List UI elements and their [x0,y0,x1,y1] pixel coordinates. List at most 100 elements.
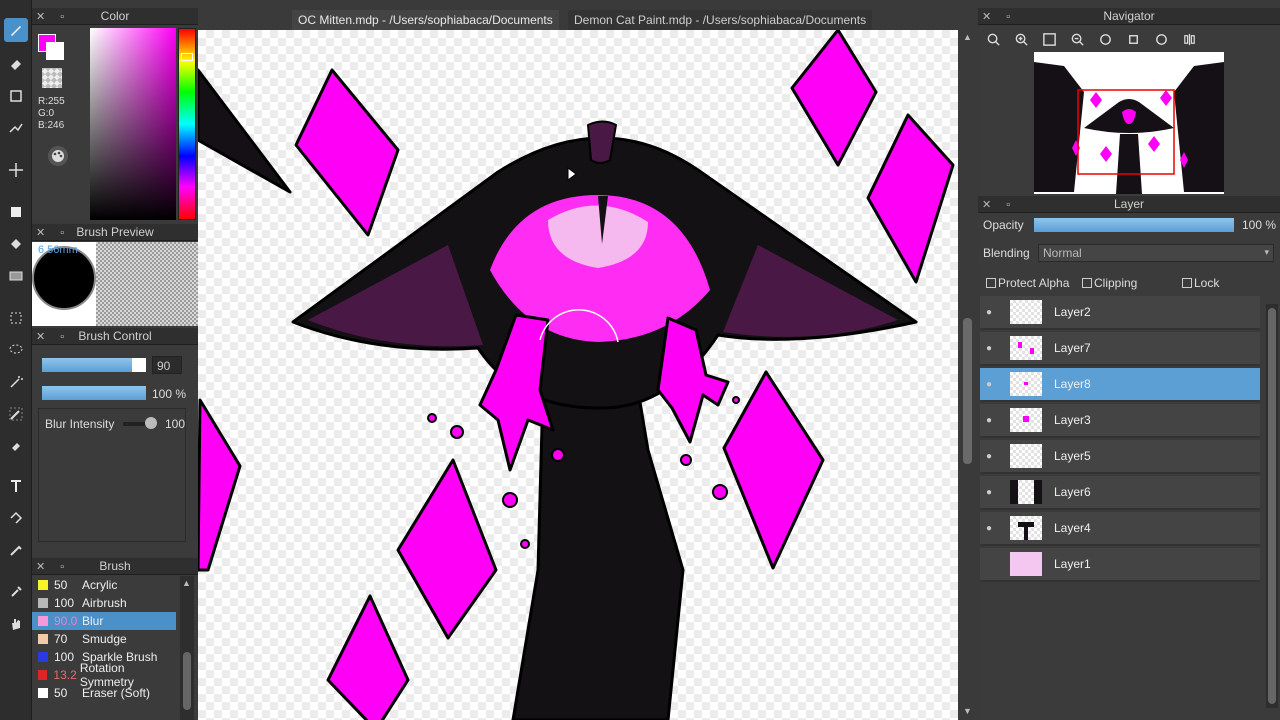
visibility-eye-icon[interactable]: ● [980,523,998,534]
layer-row-layer4[interactable]: ● Layer4 [980,512,1260,546]
brush-item-airbrush[interactable]: 100 Airbrush [32,594,176,612]
brush-item-acrylic[interactable]: 50 Acrylic [32,576,176,594]
opacity-label: Opacity [983,218,1024,232]
panel-close-icon[interactable]: ✕ ▫ [982,10,1016,23]
brush-list-scrollbar[interactable]: ▲ [180,576,194,720]
layer-scroll-thumb[interactable] [1268,308,1276,704]
clipping-checkbox[interactable]: Clipping [1082,276,1137,290]
lasso-tool-icon[interactable] [4,338,28,362]
brush-item-blur[interactable]: 90.0 Blur [32,612,176,630]
brush-item-smudge[interactable]: 70 Smudge [32,630,176,648]
brush-tool-icon[interactable] [4,18,28,42]
reset-view-icon[interactable] [1122,29,1144,49]
panel-close-icon[interactable]: ✕ ▫ [36,560,70,573]
brush-opacity-value: 100 % [152,387,187,401]
panel-close-icon[interactable]: ✕ ▫ [982,198,1016,211]
blending-mode-select[interactable]: Normal ▾ [1038,244,1274,262]
visibility-eye-icon[interactable]: ● [980,307,998,318]
navigator-thumbnail[interactable] [1034,52,1224,194]
brush-size-slider[interactable] [42,358,146,372]
hue-marker[interactable] [181,53,193,61]
hue-slider[interactable] [178,28,196,220]
panel-close-icon[interactable]: ✕ ▫ [36,226,70,239]
hand-tool-icon[interactable] [4,612,28,636]
visibility-eye-icon[interactable]: ● [980,559,998,570]
layer-thumbnail [1010,480,1042,504]
canvas-scroll-thumb[interactable] [963,318,972,464]
fit-window-icon[interactable] [1038,29,1060,49]
blue-value: B:246 [38,120,65,131]
layer-row-layer6[interactable]: ● Layer6 [980,476,1260,510]
brush-opacity-slider[interactable] [42,386,146,400]
brush-size-value[interactable]: 90 [152,356,182,374]
scroll-down-icon[interactable]: ▼ [963,706,972,716]
transparent-color-swatch[interactable] [42,68,62,88]
rectangle-tool-icon[interactable] [4,84,28,108]
rotate-left-icon[interactable] [1094,29,1116,49]
drawing-canvas[interactable] [198,30,958,720]
tab-demon-cat-paint[interactable]: Demon Cat Paint.mdp - /Users/sophiabaca/… [568,10,873,30]
layer-row-layer1[interactable]: ● Layer1 [980,548,1260,582]
document-tabs: OC Mitten.mdp - /Users/sophiabaca/Docume… [198,8,978,30]
select-pen-tool-icon[interactable] [4,402,28,426]
layer-opacity-slider[interactable] [1034,218,1234,232]
blur-intensity-knob[interactable] [145,417,157,429]
layer-row-layer5[interactable]: ● Layer5 [980,440,1260,474]
brush-scroll-thumb[interactable] [183,652,191,710]
fill-rect-tool-icon[interactable] [4,200,28,224]
brush-color-swatch [38,634,48,644]
layer-list-scrollbar[interactable] [1266,304,1278,708]
checkbox-icon [986,278,996,288]
panel-close-icon[interactable]: ✕ ▫ [36,330,70,343]
layer-row-layer3[interactable]: ● Layer3 [980,404,1260,438]
gradient-tool-icon[interactable] [4,264,28,288]
zoom-in-icon[interactable] [1010,29,1032,49]
brush-name: Eraser (Soft) [82,686,151,700]
visibility-eye-icon[interactable]: ● [980,343,998,354]
layer-row-layer7[interactable]: ● Layer7 [980,332,1260,366]
zoom-icon[interactable] [982,29,1004,49]
bucket-tool-icon[interactable] [4,232,28,256]
layer-row-layer8[interactable]: ● Layer8 [980,368,1260,402]
protect-alpha-checkbox[interactable]: Protect Alpha [986,276,1069,290]
visibility-eye-icon[interactable]: ● [980,487,998,498]
select-rect-tool-icon[interactable] [4,306,28,330]
layer-name: Layer3 [1054,413,1091,427]
protect-alpha-label: Protect Alpha [998,276,1070,290]
tab-oc-mitten[interactable]: OC Mitten.mdp - /Users/sophiabaca/Docume… [292,10,559,30]
canvas-vertical-scrollbar[interactable]: ▲ ▼ [958,30,978,720]
select-eraser-tool-icon[interactable] [4,434,28,458]
saturation-value-picker[interactable] [90,28,176,220]
brush-size: 100 [54,596,75,610]
flip-horizontal-icon[interactable] [1178,29,1200,49]
rotate-right-icon[interactable] [1150,29,1172,49]
brush-name: Blur [82,614,104,628]
artwork [198,30,955,720]
palette-icon[interactable] [48,146,68,166]
scroll-up-icon[interactable]: ▲ [182,578,191,588]
visibility-eye-icon[interactable]: ● [980,379,998,390]
magic-wand-tool-icon[interactable] [4,370,28,394]
background-color-swatch[interactable] [46,42,64,60]
eraser-tool-icon[interactable] [4,52,28,76]
brush-size: 50 [54,578,68,592]
brush-control-title: ✕ ▫ Brush Control [32,328,198,345]
eyedropper-tool-icon[interactable] [4,538,28,562]
move-tool-icon[interactable] [4,158,28,182]
lock-checkbox[interactable]: Lock [1182,276,1219,290]
brush-panel-title: ✕ ▫ Brush [32,558,198,575]
panel-close-icon[interactable]: ✕ ▫ [36,10,70,23]
frame-tool-icon[interactable] [4,506,28,530]
line-tool-icon[interactable] [4,116,28,140]
scroll-up-icon[interactable]: ▲ [963,32,972,42]
brush-item-eraser-soft[interactable]: 50 Eraser (Soft) [32,684,176,702]
layer-row-layer2[interactable]: ● Layer2 [980,296,1260,330]
tool-strip [0,0,32,720]
dropper-tool-icon[interactable] [4,580,28,604]
text-tool-icon[interactable] [4,474,28,498]
brush-color-swatch [38,580,48,590]
brush-item-rotation-symmetry[interactable]: 13.2 Rotation Symmetry [32,661,176,689]
visibility-eye-icon[interactable]: ● [980,451,998,462]
visibility-eye-icon[interactable]: ● [980,415,998,426]
zoom-out-icon[interactable] [1066,29,1088,49]
